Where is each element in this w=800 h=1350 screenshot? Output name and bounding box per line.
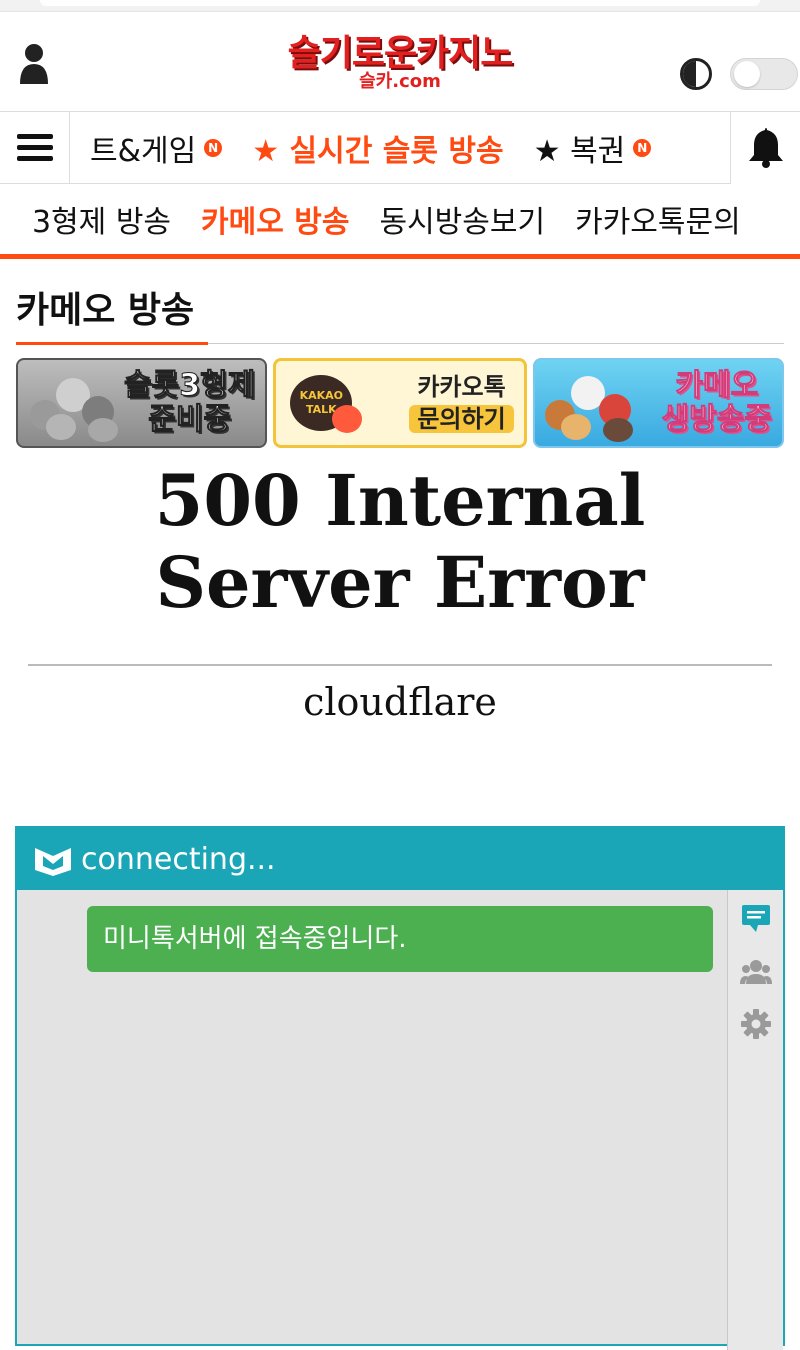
main-nav: 트&게임 N ★ 실시간 슬롯 방송 ★ 복권 N [0,111,800,184]
subnav-item-simulcast[interactable]: 동시방송보기 [379,197,545,241]
bell-icon[interactable] [730,111,800,184]
error-title: 500 Internal Server Error [154,459,646,624]
banner-slot-3brothers[interactable]: 슬롯3형제 준비중 [16,358,268,448]
users-icon[interactable] [740,956,772,988]
section-title: 카메오 방송 [16,290,195,331]
menu-icon[interactable] [0,111,70,184]
site-logo[interactable]: 슬기로운카지노 슬카.com [0,34,800,92]
subnav-item-cameo[interactable]: 카메오 방송 [201,197,349,241]
nav-item-label: ★ 복권 [533,133,626,169]
new-badge: N [204,138,223,157]
characters-image [543,370,643,442]
chat-widget: connecting... 미니톡서버에 접속중입니다. [15,826,785,1350]
section-divider [16,342,784,345]
subnav-item-3brothers[interactable]: 3형제 방송 [32,197,171,241]
browser-top-strip [0,0,800,12]
nav-item-lottery[interactable]: ★ 복권 N [534,126,652,170]
chat-header: connecting... [17,828,783,890]
banner-cameo-live[interactable]: 카메오 생방송중 [532,358,784,448]
subnav-item-kakaotalk[interactable]: 카카오톡문의 [575,197,741,241]
dark-mode-toggle[interactable] [730,58,798,90]
banner-kakaotalk-inquiry[interactable]: KAKAO TALK 카카오톡 문의하기 [273,358,527,448]
nav-items: 트&게임 N ★ 실시간 슬롯 방송 ★ 복권 N [70,126,730,170]
banner-row: 슬롯3형제 준비중 KAKAO TALK 카카오톡 문의하기 카메오 생방송중 [0,344,800,448]
banner-line1: 슬롯3형제 [124,368,256,403]
chat-bubble-icon [332,405,363,433]
site-header: 슬기로운카지노 슬카.com [0,12,800,112]
chat-body: 미니톡서버에 접속중입니다. [17,890,783,1350]
banner-line1: 카카오톡 [417,373,506,401]
minitalk-logo-icon [35,848,71,876]
logo-main-text: 슬기로운카지노 [287,33,514,74]
nav-item-games[interactable]: 트&게임 N [90,126,223,170]
characters-image [26,370,126,442]
banner-line1: 카메오 [675,368,759,403]
banner-line2: 문의하기 [409,405,514,433]
banner-line2: 생방송중 [661,402,772,437]
chat-sidebar [727,890,783,1350]
nav-item-label: ★ 실시간 슬롯 방송 [252,133,504,169]
nav-item-label: 트&게임 [90,133,197,169]
contrast-icon[interactable] [680,58,712,90]
banner-text: 카카오톡 문의하기 [409,371,514,435]
error-divider [28,664,772,666]
banner-text: 슬롯3형제 준비중 [124,368,256,437]
error-server: cloudflare [303,680,497,724]
new-badge: N [633,138,652,157]
gear-icon[interactable] [740,1008,772,1040]
chat-status: connecting... [81,841,276,877]
chat-message: 미니톡서버에 접속중입니다. [87,906,713,972]
sub-nav: 3형제 방송 카메오 방송 동시방송보기 카카오톡문의 [0,184,800,254]
chat-icon[interactable] [740,902,772,934]
banner-text: 카메오 생방송중 [661,368,772,437]
banner-line2: 준비중 [148,402,232,437]
nav-item-live-slot[interactable]: ★ 실시간 슬롯 방송 [252,126,503,170]
